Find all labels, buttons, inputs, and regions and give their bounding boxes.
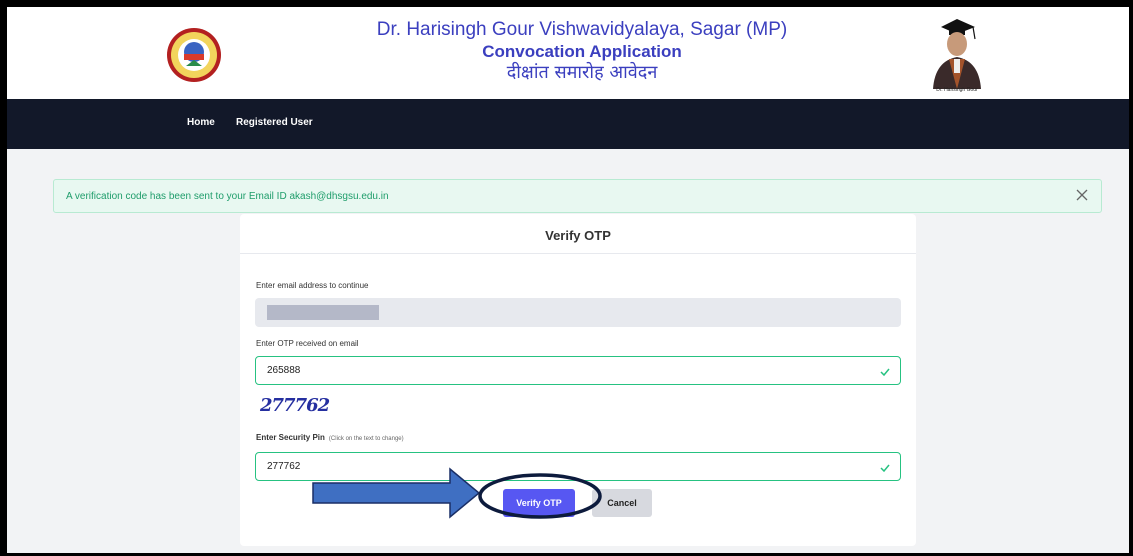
card-title: Verify OTP — [545, 228, 611, 243]
check-icon — [880, 368, 890, 377]
security-pin-field-wrapper — [255, 452, 901, 481]
header-titles: Dr. Harisingh Gour Vishwavidyalaya, Saga… — [307, 19, 857, 84]
page-frame: Dr. Harisingh Gour Vishwavidyalaya, Saga… — [7, 7, 1129, 553]
security-pin-label-text: Enter Security Pin — [256, 433, 325, 442]
otp-input[interactable] — [256, 357, 900, 384]
university-logo — [167, 28, 221, 82]
application-title: Convocation Application — [482, 42, 682, 61]
nav-home-link[interactable]: Home — [187, 117, 215, 128]
check-icon — [880, 464, 890, 473]
masked-email-value — [267, 305, 379, 320]
cancel-button[interactable]: Cancel — [592, 489, 652, 517]
captcha-text[interactable]: 277762 — [260, 395, 330, 416]
email-field-wrapper — [255, 298, 901, 327]
application-title-hindi: दीक्षांत समारोह आवेदन — [506, 62, 658, 83]
success-alert: A verification code has been sent to you… — [53, 179, 1102, 213]
verify-otp-button[interactable]: Verify OTP — [503, 489, 575, 517]
otp-field-wrapper — [255, 356, 901, 385]
security-pin-input[interactable] — [256, 453, 900, 480]
portrait-caption: Dr. Harisingh Gour — [936, 87, 978, 93]
otp-label: Enter OTP received on email — [256, 339, 359, 348]
security-pin-label: Enter Security Pin (Click on the text to … — [256, 433, 404, 442]
nav-registered-user-link[interactable]: Registered User — [236, 117, 313, 128]
main-navbar: Home Registered User — [7, 99, 1129, 149]
alert-message: A verification code has been sent to you… — [66, 191, 389, 202]
security-pin-hint: (Click on the text to change) — [328, 436, 404, 442]
site-header: Dr. Harisingh Gour Vishwavidyalaya, Saga… — [7, 7, 1129, 99]
email-label: Enter email address to continue — [256, 281, 369, 290]
verify-otp-card: Verify OTP Enter email address to contin… — [240, 214, 916, 546]
university-name: Dr. Harisingh Gour Vishwavidyalaya, Saga… — [376, 19, 788, 40]
close-icon[interactable] — [1075, 188, 1089, 202]
card-header: Verify OTP — [240, 214, 916, 254]
founder-portrait — [933, 19, 981, 89]
